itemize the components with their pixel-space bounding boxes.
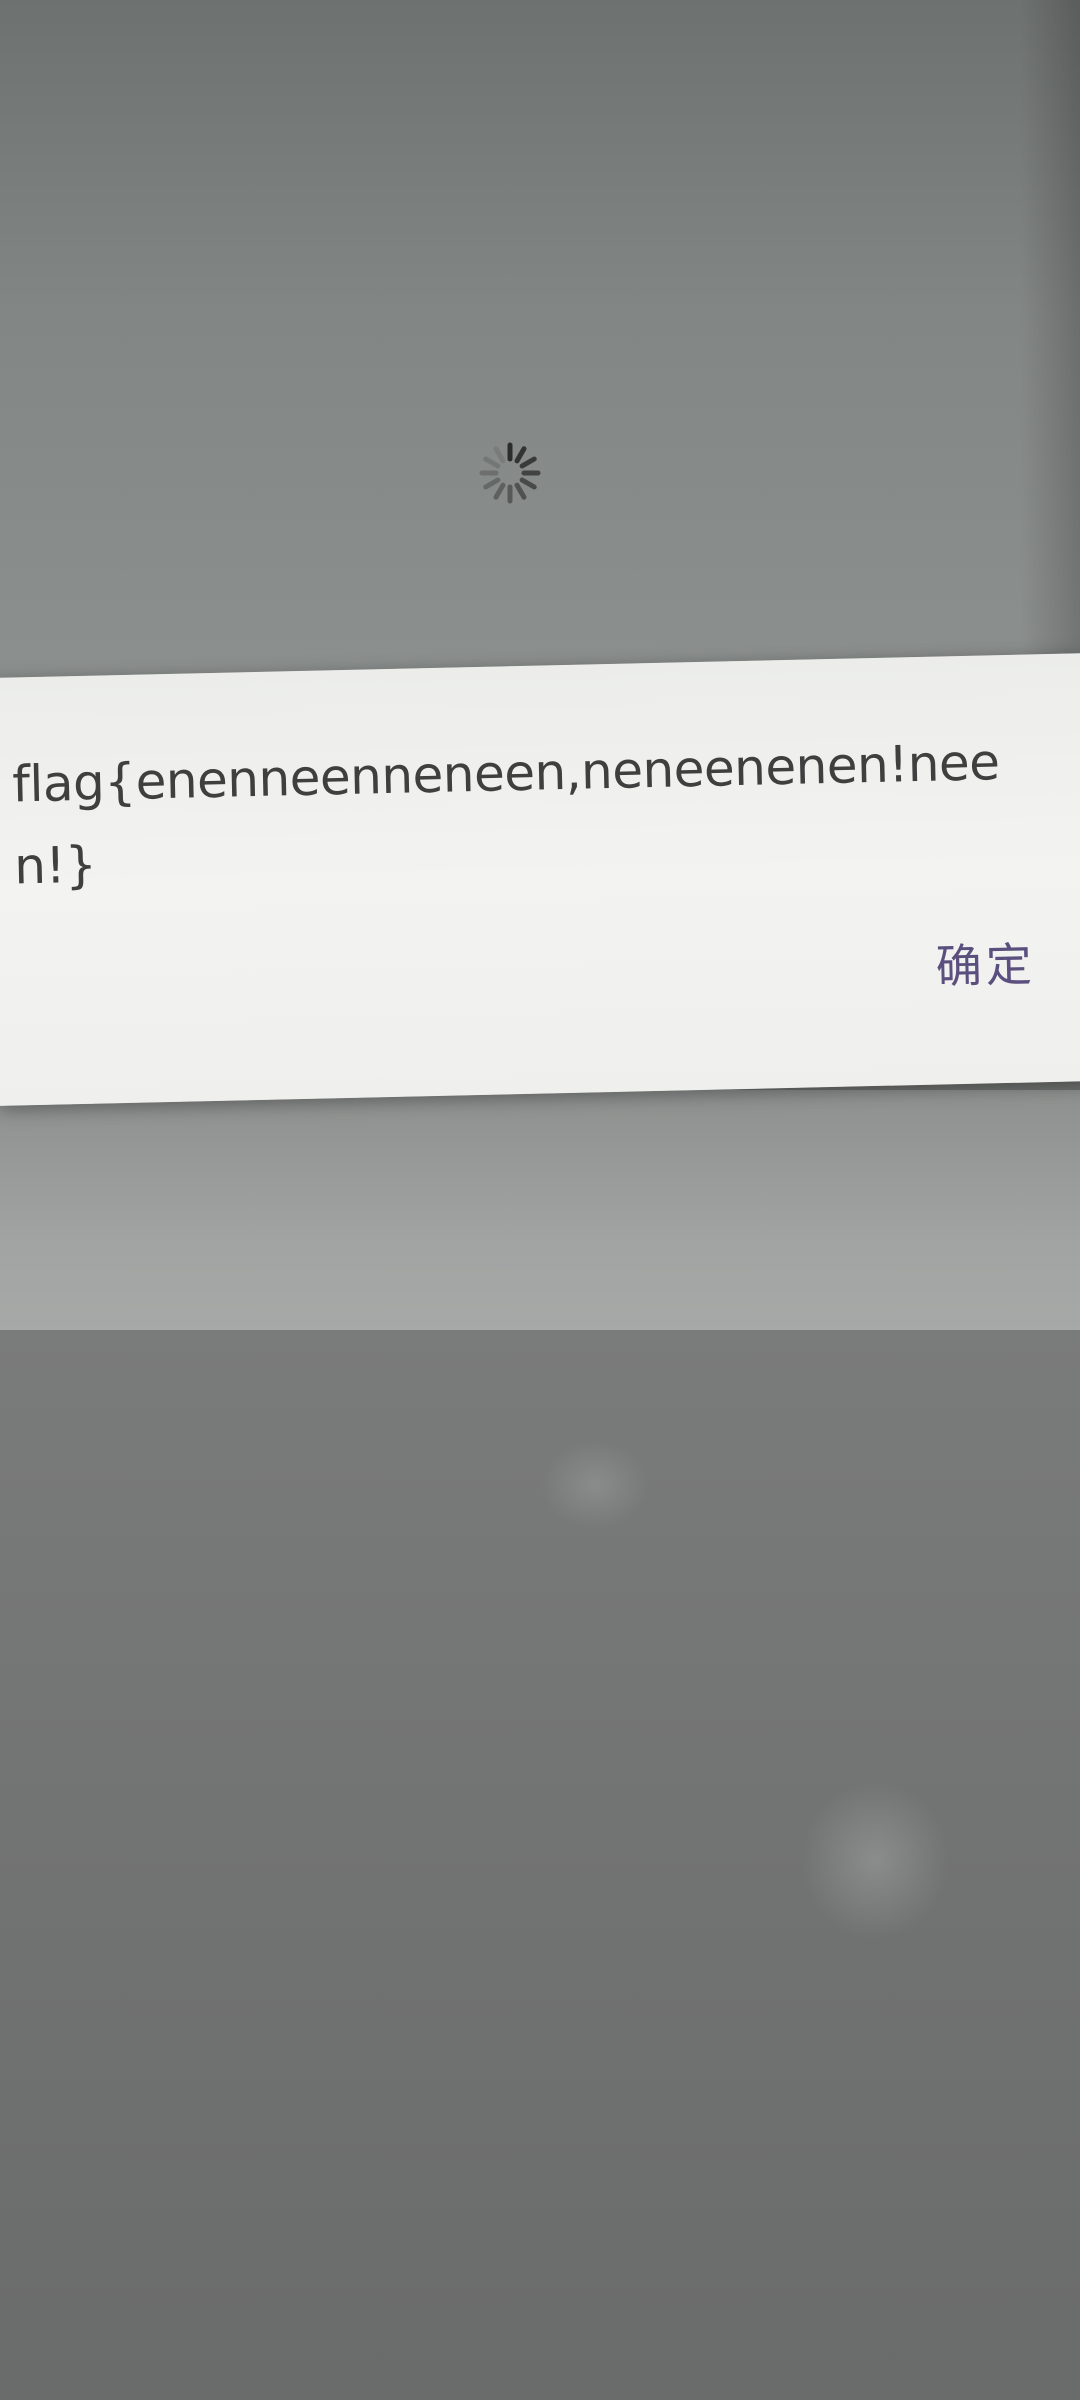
alert-dialog: flag{enenneenneneen,neneenenen!neen!} 确定 [0, 653, 1080, 1106]
screen-glare [540, 1440, 650, 1530]
loading-spinner-icon [479, 442, 541, 504]
dialog-message: flag{enenneenneneen,neneenenen!neen!} [11, 733, 1001, 896]
ok-button[interactable]: 确定 [927, 922, 1045, 1003]
app-background-middle [0, 1090, 1080, 1350]
app-background-top [0, 0, 1080, 700]
screen-glare [800, 1780, 950, 1940]
